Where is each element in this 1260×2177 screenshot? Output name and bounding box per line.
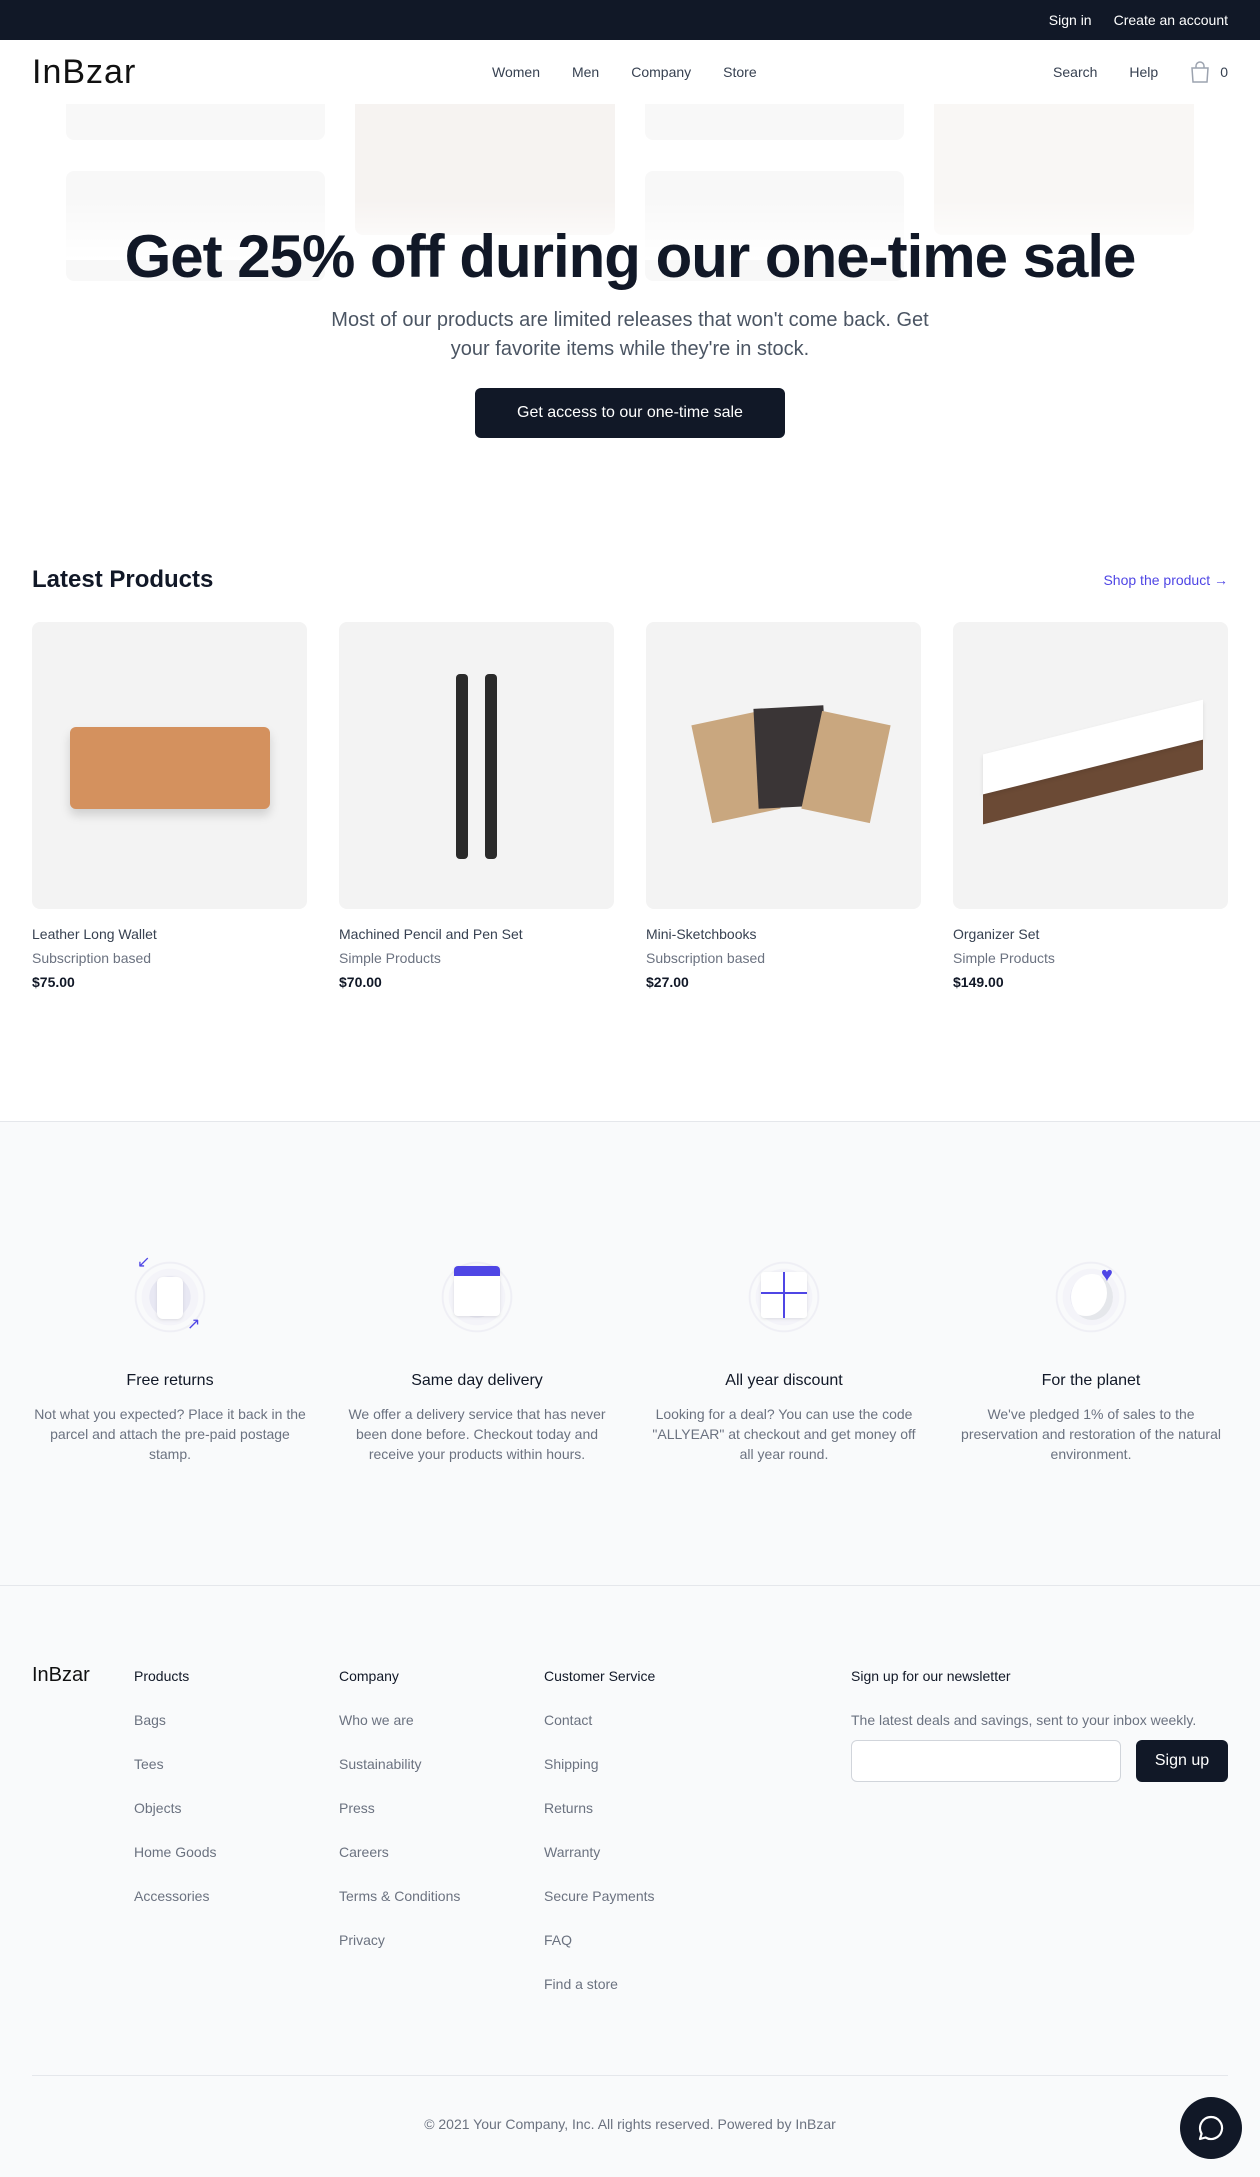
shopping-bag-icon bbox=[1191, 61, 1210, 83]
feature-title: For the planet bbox=[1041, 1372, 1141, 1389]
footer-link[interactable]: Bags bbox=[134, 1712, 216, 1756]
footer-column-title: Customer Service bbox=[544, 1668, 656, 1684]
feature-title: Same day delivery bbox=[411, 1372, 543, 1389]
logo[interactable]: InBzar bbox=[32, 53, 136, 92]
footer-column-customer-service: Customer Service Contact Shipping Return… bbox=[544, 1668, 655, 2020]
footer-link[interactable]: Terms & Conditions bbox=[339, 1888, 460, 1932]
footer-column-title: Products bbox=[134, 1668, 190, 1684]
nav-company[interactable]: Company bbox=[631, 64, 691, 80]
footer-link[interactable]: Find a store bbox=[544, 1976, 655, 2020]
hero-subtitle: Most of our products are limited release… bbox=[331, 309, 929, 360]
sign-up-button[interactable]: Sign up bbox=[1136, 1740, 1228, 1782]
footer-column-products: Products Bags Tees Objects Home Goods Ac… bbox=[134, 1668, 216, 1932]
footer-link[interactable]: Press bbox=[339, 1800, 460, 1844]
feature-desc: Looking for a deal? You can use the code… bbox=[652, 1406, 916, 1462]
footer-link[interactable]: Who we are bbox=[339, 1712, 460, 1756]
product-name[interactable]: Mini-Sketchbooks bbox=[646, 926, 921, 942]
footer-link[interactable]: Accessories bbox=[134, 1888, 216, 1932]
footer-link[interactable]: Careers bbox=[339, 1844, 460, 1888]
features-section: ↙ ↗ Free returns Not what you expected? … bbox=[0, 1121, 1260, 1586]
footer-link[interactable]: Privacy bbox=[339, 1932, 460, 1976]
chat-bubble-icon bbox=[1198, 2115, 1224, 2141]
latest-products-title: Latest Products bbox=[32, 566, 214, 593]
product-card[interactable]: Leather Long Wallet Subscription based $… bbox=[32, 622, 307, 990]
footer-link[interactable]: Tees bbox=[134, 1756, 216, 1800]
newsletter-title: Sign up for our newsletter bbox=[851, 1668, 1011, 1684]
feature-title: All year discount bbox=[725, 1372, 843, 1389]
nav-men[interactable]: Men bbox=[572, 64, 599, 80]
newsletter-email-input[interactable] bbox=[851, 1740, 1121, 1782]
product-price: $75.00 bbox=[32, 974, 75, 990]
product-category: Simple Products bbox=[953, 950, 1055, 966]
planet-heart-icon: ♥ bbox=[1046, 1252, 1136, 1342]
sale-access-button[interactable]: Get access to our one-time sale bbox=[475, 388, 785, 438]
sign-in-link[interactable]: Sign in bbox=[1049, 12, 1092, 28]
product-card[interactable]: Mini-Sketchbooks Subscription based $27.… bbox=[646, 622, 921, 990]
search-link[interactable]: Search bbox=[1053, 64, 1097, 80]
feature-all-year-discount: All year discount Looking for a deal? Yo… bbox=[639, 1252, 929, 1464]
footer-column-title: Company bbox=[339, 1668, 399, 1684]
feature-desc: We've pledged 1% of sales to the preserv… bbox=[961, 1406, 1221, 1462]
product-image-organizer[interactable] bbox=[953, 622, 1228, 909]
footer-link[interactable]: Contact bbox=[544, 1712, 655, 1756]
newsletter-desc: The latest deals and savings, sent to yo… bbox=[851, 1712, 1197, 1728]
top-bar: Sign in Create an account bbox=[0, 0, 1260, 40]
product-card[interactable]: Machined Pencil and Pen Set Simple Produ… bbox=[339, 622, 614, 990]
product-name[interactable]: Organizer Set bbox=[953, 926, 1228, 942]
gift-card-icon bbox=[739, 1252, 829, 1342]
main-nav: InBzar Women Men Company Store Search He… bbox=[0, 40, 1260, 104]
calendar-icon bbox=[432, 1252, 522, 1342]
nav-women[interactable]: Women bbox=[492, 64, 540, 80]
product-price: $149.00 bbox=[953, 974, 1004, 990]
feature-desc: We offer a delivery service that has nev… bbox=[348, 1406, 606, 1462]
footer-link[interactable]: Shipping bbox=[544, 1756, 655, 1800]
feature-for-the-planet: ♥ For the planet We've pledged 1% of sal… bbox=[946, 1252, 1236, 1464]
feature-same-day-delivery: Same day delivery We offer a delivery se… bbox=[332, 1252, 622, 1464]
chat-button[interactable] bbox=[1180, 2097, 1242, 2159]
hero-title: Get 25% off during our one-time sale bbox=[124, 223, 1137, 290]
product-category: Subscription based bbox=[32, 950, 152, 966]
product-card[interactable]: Organizer Set Simple Products $149.00 bbox=[953, 622, 1228, 990]
product-name[interactable]: Leather Long Wallet bbox=[32, 926, 307, 942]
footer-link[interactable]: FAQ bbox=[544, 1932, 655, 1976]
footer-logo[interactable]: InBzar bbox=[32, 1664, 90, 1687]
footer: InBzar Products Bags Tees Objects Home G… bbox=[0, 1586, 1260, 2177]
newsletter: Sign up for our newsletter The latest de… bbox=[851, 1668, 1228, 1782]
feature-free-returns: ↙ ↗ Free returns Not what you expected? … bbox=[25, 1252, 315, 1464]
footer-link[interactable]: Secure Payments bbox=[544, 1888, 655, 1932]
product-price: $27.00 bbox=[646, 974, 689, 990]
product-image-pen-set[interactable] bbox=[339, 622, 614, 909]
footer-link[interactable]: Home Goods bbox=[134, 1844, 216, 1888]
footer-link[interactable]: Sustainability bbox=[339, 1756, 460, 1800]
product-image-sketchbooks[interactable] bbox=[646, 622, 921, 909]
cart-count: 0 bbox=[1220, 64, 1228, 80]
product-category: Simple Products bbox=[339, 950, 441, 966]
footer-link[interactable]: Objects bbox=[134, 1800, 216, 1844]
feature-title: Free returns bbox=[126, 1372, 214, 1389]
nav-store[interactable]: Store bbox=[723, 64, 756, 80]
footer-divider bbox=[32, 2075, 1228, 2076]
footer-column-company: Company Who we are Sustainability Press … bbox=[339, 1668, 460, 1976]
help-link[interactable]: Help bbox=[1129, 64, 1158, 80]
product-image-wallet[interactable] bbox=[32, 622, 307, 909]
copyright: © 2021 Your Company, Inc. All rights res… bbox=[424, 2116, 836, 2132]
footer-link[interactable]: Warranty bbox=[544, 1844, 655, 1888]
cart-button[interactable]: 0 bbox=[1190, 61, 1228, 83]
footer-link[interactable]: Returns bbox=[544, 1800, 655, 1844]
product-category: Subscription based bbox=[646, 950, 766, 966]
create-account-link[interactable]: Create an account bbox=[1114, 12, 1228, 28]
product-price: $70.00 bbox=[339, 974, 382, 990]
shop-product-link[interactable]: Shop the product → bbox=[1103, 572, 1228, 588]
feature-desc: Not what you expected? Place it back in … bbox=[34, 1406, 306, 1462]
product-name[interactable]: Machined Pencil and Pen Set bbox=[339, 926, 614, 942]
shirt-return-icon: ↙ ↗ bbox=[125, 1252, 215, 1342]
